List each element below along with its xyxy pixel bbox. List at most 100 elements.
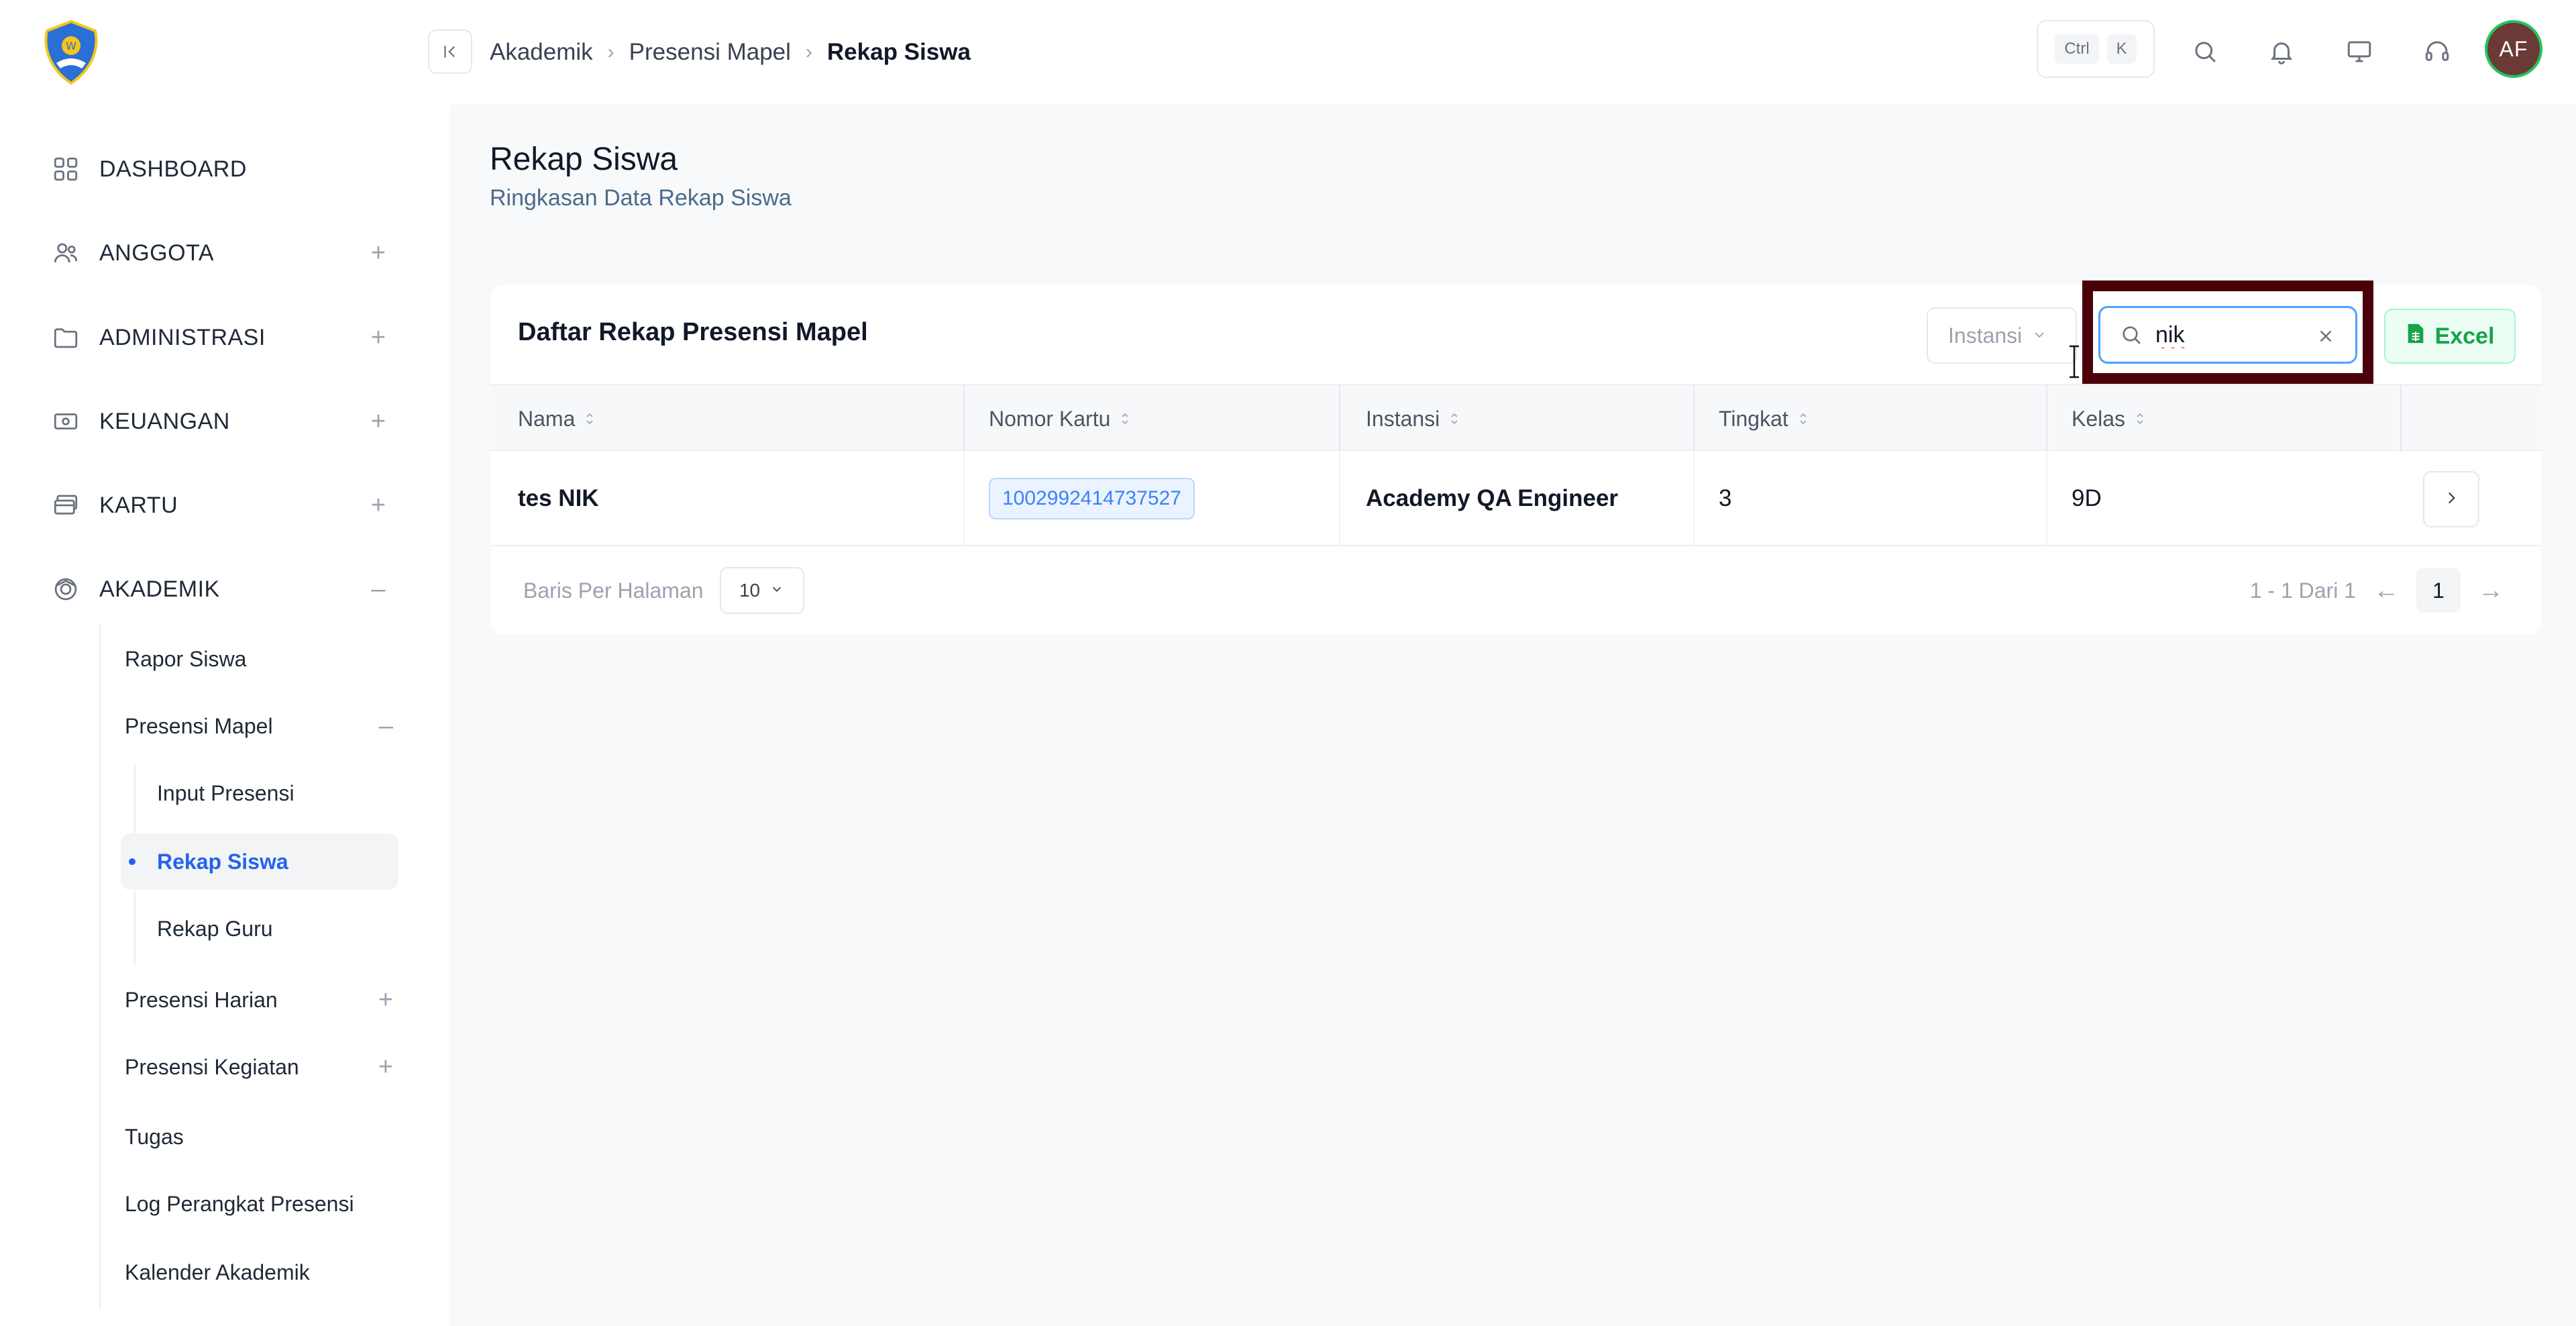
sidebar-item-input-presensi[interactable]: Input Presensi xyxy=(157,765,393,821)
rows-per-page-label: Baris Per Halaman xyxy=(523,578,704,603)
sidebar-item-label: Tugas xyxy=(125,1124,184,1149)
sort-icon xyxy=(1449,411,1460,426)
sidebar-item-label: Presensi Kegiatan xyxy=(125,1054,299,1079)
sidebar-item-presensi-mapel[interactable]: Presensi Mapel – xyxy=(125,698,393,754)
expand-icon[interactable]: + xyxy=(365,407,392,436)
sidebar-item-label: DASHBOARD xyxy=(99,156,247,182)
expand-icon[interactable]: + xyxy=(365,491,392,519)
folder-icon xyxy=(50,321,82,354)
avatar[interactable]: AF xyxy=(2485,20,2542,78)
chevron-right-icon: › xyxy=(607,41,614,63)
column-header-label: Tingkat xyxy=(1719,406,1788,431)
sidebar-item-label: Presensi Harian xyxy=(125,987,278,1012)
column-header-tingkat[interactable]: Tingkat xyxy=(1719,385,1809,452)
page-size-select[interactable]: 10 xyxy=(719,567,804,614)
card-number-badge: 1002992414737527 xyxy=(989,478,1195,519)
pagination-range: 1 - 1 Dari 1 xyxy=(2249,578,2356,603)
sidebar-item-log-perangkat[interactable]: Log Perangkat Presensi xyxy=(125,1176,393,1232)
expand-icon[interactable]: + xyxy=(365,323,392,352)
export-excel-button[interactable]: Excel xyxy=(2384,309,2516,364)
next-page-arrow-icon[interactable]: → xyxy=(2478,576,2504,605)
search-icon[interactable] xyxy=(2183,30,2227,74)
spreadsheet-icon xyxy=(2406,322,2426,351)
sidebar-item-keuangan[interactable]: KEUANGAN + xyxy=(50,395,392,448)
money-icon xyxy=(50,405,82,438)
cell-tingkat: 3 xyxy=(1719,485,1732,511)
sort-icon xyxy=(1120,411,1130,426)
cell-kelas: 9D xyxy=(2072,485,2102,511)
column-divider xyxy=(1339,385,1340,452)
sidebar-item-label: Rekap Siswa xyxy=(157,849,288,874)
sidebar-item-dashboard[interactable]: DASHBOARD xyxy=(50,142,392,196)
breadcrumb: Akademik › Presensi Mapel › Rekap Siswa xyxy=(490,32,971,72)
page-size-value: 10 xyxy=(739,580,761,601)
top-header: Akademik › Presensi Mapel › Rekap Siswa … xyxy=(428,0,2576,105)
breadcrumb-item-presensi-mapel[interactable]: Presensi Mapel xyxy=(629,39,791,66)
collapse-icon[interactable]: – xyxy=(365,575,392,603)
expand-icon[interactable]: + xyxy=(365,239,392,267)
page-subtitle: Ringkasan Data Rekap Siswa xyxy=(490,185,792,211)
instansi-filter-label: Instansi xyxy=(1948,323,2023,348)
text-cursor-icon xyxy=(2068,345,2081,378)
collapse-icon[interactable]: – xyxy=(379,712,393,741)
cell-nomor-kartu: 1002992414737527 xyxy=(989,451,1195,546)
sidebar-item-rekap-guru[interactable]: Rekap Guru xyxy=(157,901,393,957)
export-excel-label: Excel xyxy=(2434,323,2495,349)
logo-icon[interactable]: W xyxy=(38,19,105,86)
sidebar-item-anggota[interactable]: ANGGOTA + xyxy=(50,226,392,280)
bell-icon[interactable] xyxy=(2259,30,2304,74)
sidebar-item-kartu[interactable]: KARTU + xyxy=(50,478,392,532)
column-divider xyxy=(1339,451,1340,546)
close-icon[interactable] xyxy=(2312,323,2339,350)
sidebar-item-tugas[interactable]: Tugas xyxy=(125,1109,393,1165)
sidebar-item-administrasi[interactable]: ADMINISTRASI + xyxy=(50,311,392,364)
column-header-kelas[interactable]: Kelas xyxy=(2072,385,2145,452)
sort-icon xyxy=(584,411,595,426)
grid-icon xyxy=(50,153,82,185)
column-divider xyxy=(1693,451,1695,546)
sidebar-item-presensi-harian[interactable]: Presensi Harian + xyxy=(125,972,393,1028)
column-header-instansi[interactable]: Instansi xyxy=(1366,385,1460,452)
sidebar-item-label: ADMINISTRASI xyxy=(99,324,266,350)
sidebar-item-presensi-kegiatan[interactable]: Presensi Kegiatan + xyxy=(125,1039,393,1095)
expand-icon[interactable]: + xyxy=(378,986,393,1015)
search-input[interactable] xyxy=(2155,321,2310,348)
monitor-icon[interactable] xyxy=(2337,30,2381,74)
instansi-filter-select[interactable]: Instansi xyxy=(1927,307,2077,364)
sidebar-item-akademik[interactable]: AKADEMIK – xyxy=(50,562,392,616)
page-number-button[interactable]: 1 xyxy=(2416,568,2461,613)
column-divider xyxy=(963,451,965,546)
breadcrumb-item-rekap-siswa: Rekap Siswa xyxy=(826,39,971,65)
column-header-nomor-kartu[interactable]: Nomor Kartu xyxy=(989,385,1130,452)
cell-instansi: Academy QA Engineer xyxy=(1366,485,1619,511)
pagination: 1 - 1 Dari 1 ← 1 → xyxy=(2250,566,2504,615)
column-header-nama[interactable]: Nama xyxy=(518,385,595,452)
sidebar-item-kalender-akademik[interactable]: Kalender Akademik xyxy=(125,1244,393,1300)
table-row[interactable]: tes NIK 1002992414737527 Academy QA Engi… xyxy=(491,451,2541,546)
sort-icon xyxy=(1798,411,1809,426)
active-dot-icon xyxy=(129,858,136,865)
prev-page-arrow-icon[interactable]: ← xyxy=(2373,576,2399,605)
table-header: Nama Nomor Kartu Instansi Tingkat Kelas xyxy=(491,384,2541,452)
expand-icon[interactable]: + xyxy=(378,1053,393,1082)
sidebar-item-label: KARTU xyxy=(99,492,178,518)
collapse-sidebar-button[interactable] xyxy=(428,30,472,74)
row-detail-button[interactable] xyxy=(2423,471,2479,527)
users-icon xyxy=(50,237,82,269)
chevron-right-icon xyxy=(2443,489,2460,510)
chevron-down-icon xyxy=(2031,323,2047,348)
command-palette-button[interactable]: Ctrl K xyxy=(2037,20,2155,78)
column-divider xyxy=(2046,385,2047,452)
submenu-guide-line xyxy=(99,624,101,1309)
sidebar-item-rekap-siswa[interactable]: Rekap Siswa xyxy=(121,833,398,890)
search-field[interactable] xyxy=(2098,306,2357,364)
column-header-label: Instansi xyxy=(1366,406,1440,431)
breadcrumb-item-akademik[interactable]: Akademik xyxy=(490,39,593,66)
chevron-down-icon xyxy=(769,580,784,601)
cell-nama: tes NIK xyxy=(518,485,599,511)
sidebar-item-label: AKADEMIK xyxy=(99,576,220,602)
sidebar-item-rapor-siswa[interactable]: Rapor Siswa xyxy=(125,631,393,687)
support-icon[interactable] xyxy=(2415,30,2459,74)
rows-per-page: Baris Per Halaman 10 xyxy=(523,566,804,615)
kbd-ctrl: Ctrl xyxy=(2055,34,2099,64)
